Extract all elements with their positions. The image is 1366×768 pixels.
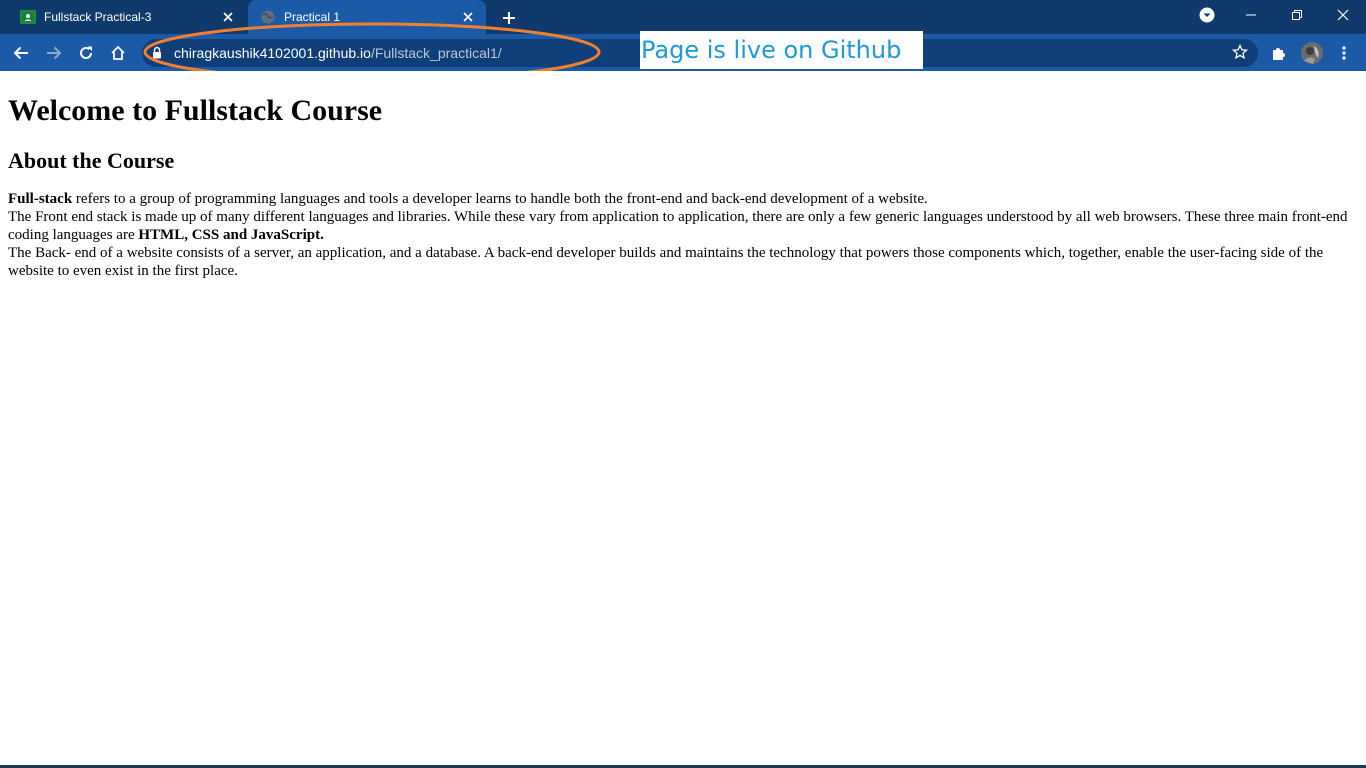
- close-icon: [1337, 9, 1349, 21]
- restore-button[interactable]: [1274, 0, 1320, 30]
- web-page-content: Welcome to Fullstack Course About the Co…: [0, 71, 1366, 768]
- back-button[interactable]: [8, 40, 34, 66]
- reload-icon: [80, 46, 93, 59]
- annotation-label: Page is live on Github: [640, 31, 923, 69]
- puzzle-icon: [1273, 48, 1285, 60]
- google-classroom-icon: [20, 9, 36, 25]
- new-tab-button[interactable]: [498, 7, 520, 29]
- reload-button[interactable]: [73, 40, 99, 66]
- globe-icon: [260, 9, 276, 25]
- browser-menu-button[interactable]: [1331, 40, 1357, 66]
- star-icon[interactable]: [1231, 43, 1249, 65]
- fullstack-definition: refers to a group of programming languag…: [72, 191, 928, 207]
- arrow-right-icon: [47, 46, 62, 60]
- close-icon[interactable]: [220, 9, 236, 25]
- tab-search-button[interactable]: [1184, 0, 1230, 30]
- tab-title: Fullstack Practical-3: [44, 10, 152, 24]
- page-title: Welcome to Fullstack Course: [8, 94, 383, 127]
- more-vertical-icon: [1342, 46, 1346, 60]
- home-icon: [111, 45, 125, 60]
- close-icon[interactable]: [460, 9, 476, 25]
- course-description: Full-stack refers to a group of programm…: [8, 190, 1358, 280]
- forward-button[interactable]: [41, 40, 67, 66]
- tab-title: Practical 1: [284, 10, 341, 24]
- back-end-description: The Back- end of a website consists of a…: [8, 245, 1324, 279]
- extensions-button[interactable]: [1266, 40, 1292, 66]
- url-host: chiragkaushik4102001.github.io: [174, 45, 371, 61]
- lock-icon: [152, 46, 162, 64]
- profile-avatar-button[interactable]: [1299, 40, 1325, 66]
- restore-icon: [1292, 10, 1302, 20]
- tab-practical-1[interactable]: Practical 1: [248, 0, 486, 34]
- front-end-languages: HTML, CSS and JavaScript.: [138, 227, 324, 243]
- url-text[interactable]: chiragkaushik4102001.github.io/Fullstack…: [174, 45, 502, 61]
- url-path: /Fullstack_practical1/: [370, 45, 502, 61]
- plus-icon: [503, 12, 515, 24]
- chevron-down-circle-icon: [1199, 7, 1215, 23]
- tab-strip: Fullstack Practical-3 Practical 1: [0, 0, 1366, 34]
- arrow-left-icon: [13, 46, 28, 60]
- minimize-icon: [1246, 14, 1256, 16]
- fullstack-term: Full-stack: [8, 191, 73, 207]
- minimize-button[interactable]: [1228, 0, 1274, 30]
- avatar: [1301, 42, 1323, 64]
- tab-fullstack-practical-3[interactable]: Fullstack Practical-3: [8, 0, 246, 34]
- section-heading: About the Course: [8, 148, 175, 173]
- close-window-button[interactable]: [1320, 0, 1366, 30]
- home-button[interactable]: [105, 40, 131, 66]
